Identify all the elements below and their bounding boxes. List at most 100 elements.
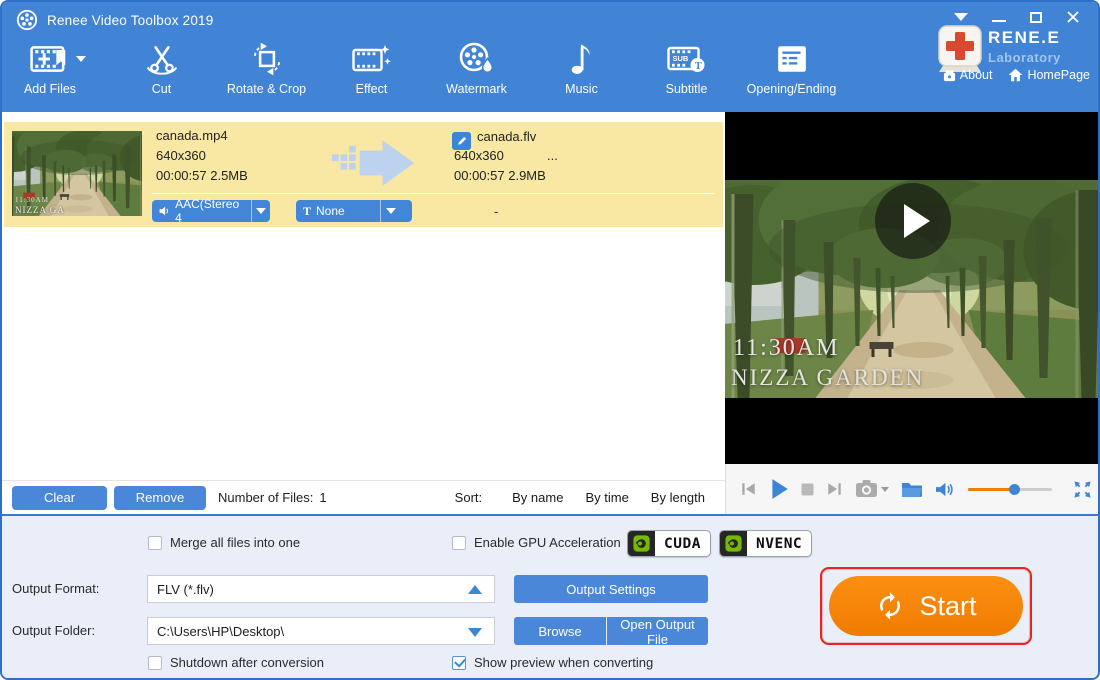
file-list: 11:30AM NIZZA GA canada.mp4 640x360 00:0… (2, 112, 725, 480)
output-folder-label: Output Folder: (12, 623, 96, 638)
about-link[interactable]: About (943, 68, 992, 82)
nvenc-badge: NVENC (719, 530, 813, 557)
list-controls-bar: Clear Remove Number of Files: 1 Sort: By… (2, 480, 725, 514)
gpu-label: Enable GPU Acceleration (474, 535, 621, 550)
source-resolution: 640x360 (156, 148, 206, 163)
video-caption-overlay: NIZZA GARDEN (731, 365, 925, 390)
volume-slider[interactable] (968, 483, 1052, 495)
rotate-crop-icon (249, 38, 285, 80)
toolbar-add-files[interactable]: Add Files (2, 38, 98, 108)
sort-by-name[interactable]: By name (512, 490, 563, 505)
snapshot-caret-icon[interactable] (881, 486, 889, 492)
sort-label: Sort: (454, 490, 483, 505)
output-folder-select[interactable]: C:\Users\HP\Desktop\ (147, 617, 495, 645)
play-button[interactable] (769, 478, 789, 500)
svg-text:T: T (694, 61, 701, 72)
sort-by-time[interactable]: By time (585, 490, 628, 505)
target-subtitle-placeholder: - (494, 204, 499, 219)
browse-button[interactable]: Browse (514, 617, 606, 645)
show-preview-label: Show preview when converting (474, 655, 654, 670)
target-duration-size: 00:00:57 2.9MB (454, 168, 546, 183)
start-button[interactable]: Start (829, 576, 1023, 636)
toolbar-label: Music (565, 82, 598, 96)
add-files-caret-icon[interactable] (76, 56, 86, 62)
target-filename: canada.flv (477, 129, 537, 144)
gpu-checkbox[interactable] (452, 535, 466, 550)
app-reel-icon (16, 9, 38, 31)
thumb-time-overlay: 11:30AM (15, 196, 49, 204)
toolbar-label: Subtitle (665, 82, 708, 96)
thumb-caption-overlay: NIZZA GA (15, 205, 65, 215)
start-annotation-box: Start (820, 567, 1032, 645)
clear-button[interactable]: Clear (12, 485, 107, 510)
brand-text: RENE.E Laboratory (988, 28, 1088, 65)
nvidia-logo-icon (720, 531, 747, 556)
music-note-icon (569, 38, 595, 80)
brand-zone: RENE.E Laboratory About HomePage (918, 2, 1098, 112)
format-caret-up-icon (468, 585, 482, 594)
toolbar-music[interactable]: Music (534, 38, 629, 108)
row-divider (152, 193, 714, 194)
output-format-label: Output Format: (12, 581, 100, 596)
volume-fill (968, 487, 1014, 491)
snapshot-button[interactable] (855, 479, 889, 499)
source-thumbnail: 11:30AM NIZZA GA (12, 131, 142, 216)
cut-scissors-icon (144, 38, 180, 80)
toolbar-rotate-crop[interactable]: Rotate & Crop (219, 38, 314, 108)
sort-by-length[interactable]: By length (651, 490, 705, 505)
toolbar-label: Opening/Ending (746, 82, 837, 96)
open-output-file-button[interactable]: Open Output File (607, 617, 708, 647)
toolbar-label: Rotate & Crop (226, 82, 307, 96)
convert-arrow-icon (330, 138, 416, 193)
brand-name: RENE.E (988, 28, 1061, 47)
previous-button[interactable] (740, 481, 757, 497)
merge-checkbox[interactable] (148, 535, 162, 550)
play-overlay-button[interactable] (875, 183, 951, 259)
home-icon (1009, 68, 1023, 82)
merge-label: Merge all files into one (170, 535, 301, 550)
subtitle-icon: SUB T (666, 38, 707, 80)
stop-button[interactable] (801, 483, 814, 496)
audio-caret-icon[interactable] (251, 208, 270, 214)
watermark-icon (458, 38, 496, 80)
svg-text:SUB: SUB (672, 54, 688, 63)
convert-refresh-icon (880, 592, 901, 620)
video-preview[interactable]: 11:30AM NIZZA GARDEN (725, 112, 1098, 464)
about-box-icon (943, 69, 955, 81)
source-filename: canada.mp4 (156, 128, 228, 143)
effect-icon (351, 38, 392, 80)
window-title: Renee Video Toolbox 2019 (47, 12, 214, 28)
open-folder-button[interactable] (901, 480, 923, 498)
volume-thumb[interactable] (1009, 483, 1020, 495)
video-time-overlay: 11:30AM (733, 335, 840, 361)
next-button[interactable] (826, 481, 843, 497)
fullscreen-button[interactable] (1073, 480, 1092, 499)
add-files-icon (30, 38, 70, 80)
opening-ending-icon (776, 38, 808, 80)
toolbar-label: Add Files (23, 82, 77, 96)
output-settings-button[interactable]: Output Settings (514, 575, 708, 603)
output-format-select[interactable]: FLV (*.flv) (147, 575, 495, 603)
toolbar-opening-ending[interactable]: Opening/Ending (744, 38, 839, 108)
audio-track-select[interactable]: AAC(Stereo 4 (152, 197, 270, 225)
shutdown-checkbox[interactable] (148, 655, 162, 670)
toolbar-effect[interactable]: Effect (324, 38, 419, 108)
folder-caret-down-icon (468, 628, 482, 637)
show-preview-checkbox[interactable] (452, 655, 466, 670)
file-row[interactable]: 11:30AM NIZZA GA canada.mp4 640x360 00:0… (4, 122, 723, 227)
toolbar-watermark[interactable]: Watermark (429, 38, 524, 108)
volume-icon[interactable] (935, 481, 954, 498)
homepage-link[interactable]: HomePage (1008, 68, 1090, 82)
subtitle-caret-icon[interactable] (381, 208, 401, 214)
subtitle-t-icon: T (303, 203, 312, 218)
cuda-badge: CUDA (627, 530, 711, 557)
target-more[interactable]: ... (547, 146, 558, 166)
remove-button[interactable]: Remove (114, 485, 206, 510)
toolbar-label: Watermark (446, 82, 507, 96)
target-resolution: 640x360 (454, 148, 504, 163)
toolbar-subtitle[interactable]: SUB T Subtitle (639, 38, 734, 108)
subtitle-track-select[interactable]: T None (296, 200, 412, 222)
source-duration-size: 00:00:57 2.5MB (156, 168, 248, 183)
speaker-icon (159, 206, 169, 216)
toolbar-cut[interactable]: Cut (114, 38, 209, 108)
